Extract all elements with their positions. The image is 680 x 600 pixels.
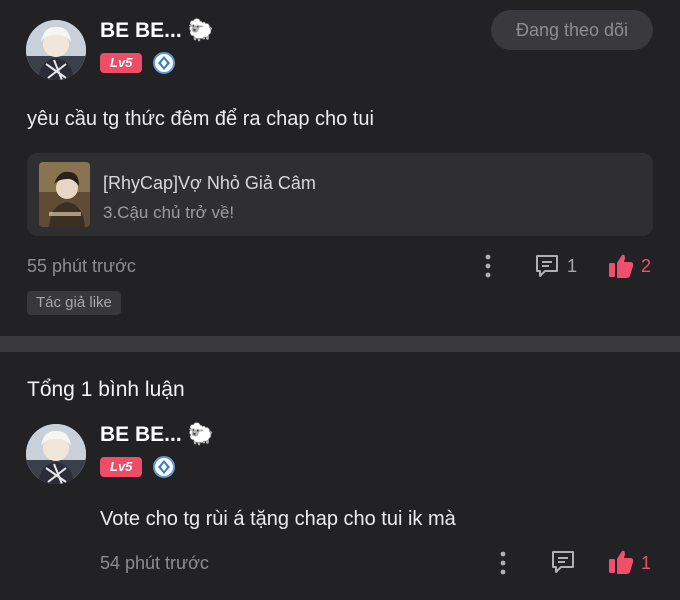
chapter-card-subtitle: 3.Cậu chủ trở về! bbox=[103, 203, 235, 222]
like-icon[interactable] bbox=[607, 252, 635, 280]
more-options-icon[interactable] bbox=[495, 550, 511, 576]
more-options-icon[interactable] bbox=[480, 253, 496, 279]
like-icon[interactable] bbox=[607, 548, 635, 576]
chapter-thumbnail bbox=[39, 162, 90, 227]
sheep-icon: 🐑 bbox=[187, 19, 214, 42]
post-timestamp: 55 phút trước bbox=[27, 256, 136, 276]
post-comment-count: 1 bbox=[567, 256, 578, 276]
post-like-count: 2 bbox=[641, 256, 652, 276]
post-user-avatar[interactable] bbox=[26, 20, 86, 80]
verified-badge-icon bbox=[153, 52, 175, 74]
post-user-name[interactable]: BE BE... 🐑 bbox=[100, 19, 214, 43]
follow-button[interactable]: Đang theo dõi bbox=[491, 10, 653, 50]
chapter-card-title: [RhyCap]Vợ Nhỏ Giả Câm bbox=[103, 173, 316, 193]
reply-icon[interactable] bbox=[550, 549, 576, 575]
comment-user-avatar[interactable] bbox=[26, 424, 86, 484]
section-divider bbox=[0, 336, 680, 352]
verified-badge-icon bbox=[153, 456, 175, 478]
comments-total-header: Tổng 1 bình luận bbox=[27, 378, 185, 401]
author-liked-tag: Tác giả like bbox=[27, 291, 121, 315]
comment-icon[interactable] bbox=[534, 253, 560, 279]
post-level-badge: Lv5 bbox=[100, 53, 143, 73]
sheep-icon: 🐑 bbox=[187, 423, 214, 446]
linked-chapter-card[interactable]: [RhyCap]Vợ Nhỏ Giả Câm 3.Cậu chủ trở về! bbox=[27, 153, 653, 236]
comment-user-name[interactable]: BE BE... 🐑 bbox=[100, 423, 214, 447]
comment-like-count: 1 bbox=[641, 553, 652, 573]
comment-timestamp: 54 phút trước bbox=[100, 553, 209, 573]
post-content: yêu cầu tg thức đêm để ra chap cho tui bbox=[27, 108, 374, 130]
comment-level-badge: Lv5 bbox=[100, 457, 143, 477]
comment-content: Vote cho tg rùi á tặng chap cho tui ik m… bbox=[100, 508, 456, 530]
